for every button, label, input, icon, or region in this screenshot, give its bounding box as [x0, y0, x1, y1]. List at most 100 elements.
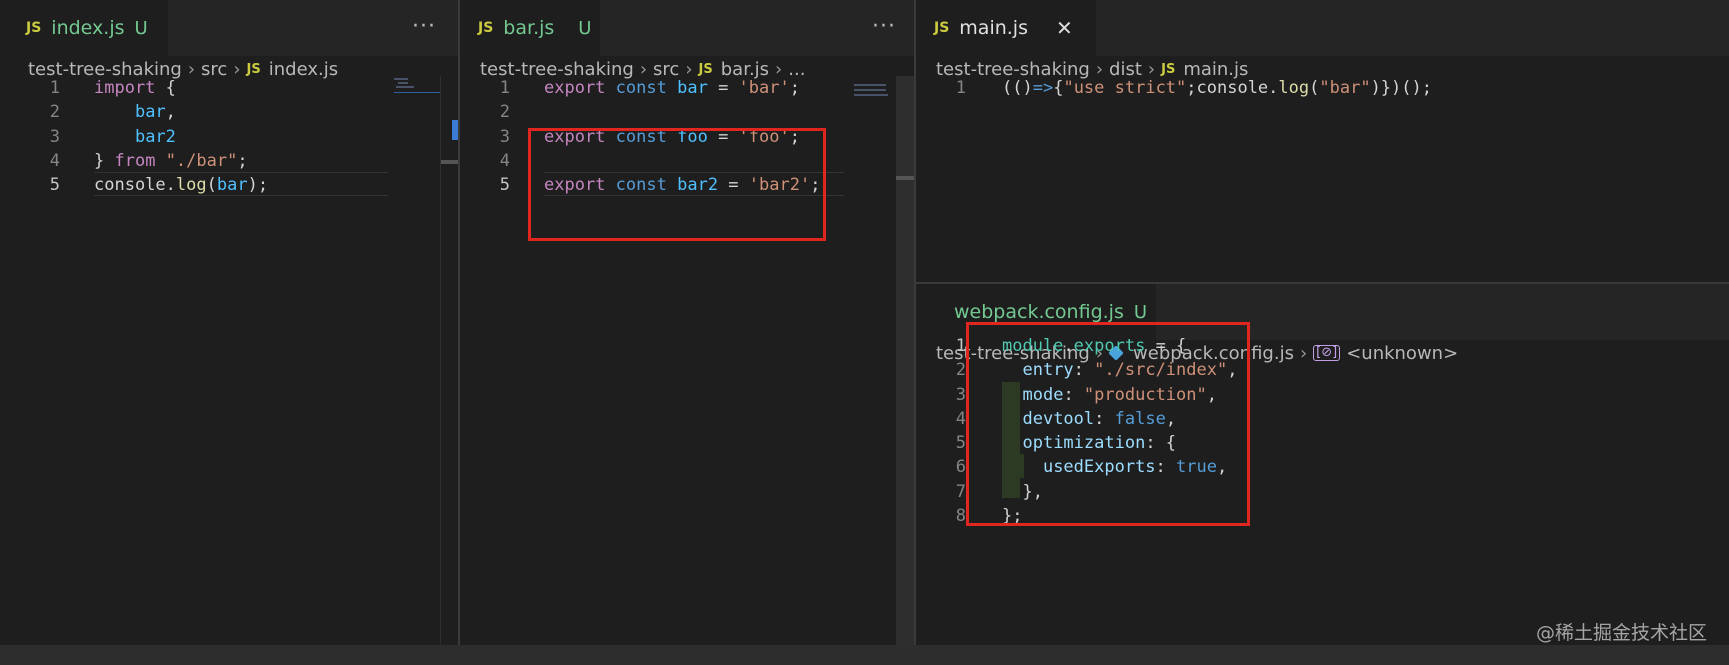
line-number: 3	[499, 126, 510, 147]
code-token: (	[1309, 78, 1320, 98]
highlight-annotation-box	[966, 322, 1250, 526]
code-line[interactable]: 4} from "./bar";	[0, 149, 440, 173]
code-token: (	[206, 175, 217, 196]
tab-title: index.js	[51, 17, 125, 39]
code-token: (()	[1002, 78, 1033, 98]
scrollbar-marker	[896, 176, 914, 180]
scrollbar-thumb[interactable]	[440, 160, 458, 164]
js-file-icon: JS	[478, 20, 494, 36]
code-text: export const bar = 'bar';	[544, 76, 800, 100]
code-line[interactable]: 5 console.log(bar);	[0, 173, 440, 197]
editor-pane-bar: JS bar.js U ··· test-tree-shaking › src …	[460, 0, 914, 645]
code-token: const	[615, 78, 667, 98]
line-number: 2	[499, 102, 510, 123]
code-token: }	[94, 150, 115, 171]
js-file-icon: JS	[26, 20, 42, 36]
code-token: =	[707, 78, 739, 98]
editor-pane-main: JS main.js ✕ test-tree-shaking › dist › …	[916, 0, 1729, 282]
code-token: 'bar'	[738, 78, 790, 98]
line-number: 2	[49, 102, 60, 123]
js-file-icon: JS	[698, 61, 713, 77]
code-text: bar,	[94, 100, 176, 124]
code-token: bar2	[134, 126, 176, 147]
line-number: 1	[499, 78, 510, 98]
js-file-icon: JS	[246, 61, 261, 77]
untracked-status: U	[578, 17, 592, 39]
code-token: .	[165, 175, 176, 196]
line-number: 1	[955, 336, 966, 356]
minimap	[394, 78, 408, 80]
code-token: console	[94, 175, 166, 196]
code-line[interactable]: 1 import {	[0, 76, 440, 100]
watermark: @稀土掘金技术社区	[1535, 622, 1707, 644]
line-number: 4	[955, 408, 966, 429]
code-token: "./bar"	[165, 150, 238, 171]
line-number: 5	[49, 175, 60, 196]
more-actions-button[interactable]: ···	[872, 14, 896, 39]
line-number: 5	[499, 175, 510, 196]
code-token: import	[94, 78, 156, 98]
code-text: } from "./bar";	[94, 149, 248, 173]
status-bar	[0, 645, 1729, 665]
close-icon[interactable]: ✕	[1056, 16, 1073, 40]
code-token: );	[247, 175, 269, 196]
code-editor[interactable]: 1 (()=>{"use strict";console.log("bar")})…	[916, 76, 1716, 100]
scrollbar-thumb[interactable]	[896, 76, 914, 645]
minimap-viewport[interactable]	[394, 92, 440, 93]
minimap	[398, 82, 408, 84]
minimap	[396, 86, 414, 88]
code-line[interactable]: 2	[460, 100, 900, 124]
line-number: 2	[955, 360, 966, 381]
untracked-status: U	[1133, 301, 1148, 323]
untracked-status: U	[134, 17, 148, 39]
code-token: =>	[1032, 78, 1054, 98]
tab-title: bar.js	[503, 17, 555, 39]
line-number: 4	[49, 150, 60, 171]
js-file-icon: JS	[1161, 61, 1176, 77]
code-text: console.log(bar);	[94, 173, 268, 197]
code-token: "bar"	[1319, 78, 1371, 98]
js-file-icon: JS	[934, 20, 950, 36]
scrollbar-track[interactable]	[440, 76, 441, 645]
code-token: )})();	[1370, 78, 1432, 98]
code-token: ,	[165, 102, 176, 123]
line-number: 3	[49, 126, 60, 147]
tab-bar-js[interactable]: JS bar.js U	[460, 0, 600, 56]
line-number: 4	[499, 150, 510, 171]
code-line[interactable]: 1 export const bar = 'bar';	[460, 76, 900, 100]
code-text: import {	[94, 76, 176, 100]
highlight-annotation-box	[528, 128, 826, 241]
code-token: bar	[677, 78, 708, 98]
code-token: log	[175, 175, 207, 196]
code-editor[interactable]: 1 import {2 bar, 3 bar2 4} from "./bar"; 5 co…	[0, 76, 440, 197]
code-line[interactable]: 2 bar,	[0, 100, 440, 124]
editor-pane-index: JS index.js U ··· test-tree-shaking › sr…	[0, 0, 458, 645]
code-token: bar	[134, 102, 166, 123]
code-token: "use strict"	[1063, 78, 1187, 98]
tab-main-js[interactable]: JS main.js ✕	[916, 0, 1096, 56]
minimap	[854, 89, 886, 91]
code-line[interactable]: 1 (()=>{"use strict";console.log("bar")})…	[916, 76, 1716, 100]
code-line[interactable]: 3 bar2	[0, 125, 440, 149]
code-text: (()=>{"use strict";console.log("bar")})(…	[1002, 76, 1432, 100]
code-token: log	[1278, 78, 1310, 98]
webpack-cube-icon	[930, 308, 938, 316]
tab-index-js[interactable]: JS index.js U	[0, 0, 168, 56]
code-token: ;	[789, 78, 800, 98]
code-token: ;	[237, 150, 248, 171]
minimap	[854, 84, 886, 86]
tab-title: webpack.config.js	[954, 301, 1124, 323]
code-token: from	[114, 150, 156, 171]
code-token: ;console.	[1186, 78, 1279, 98]
code-text: bar2	[94, 125, 176, 149]
code-token: {	[1053, 78, 1064, 98]
more-actions-button[interactable]: ···	[412, 14, 436, 39]
code-token: export	[544, 78, 606, 98]
line-number: 7	[955, 481, 966, 502]
code-token: {	[155, 78, 176, 98]
